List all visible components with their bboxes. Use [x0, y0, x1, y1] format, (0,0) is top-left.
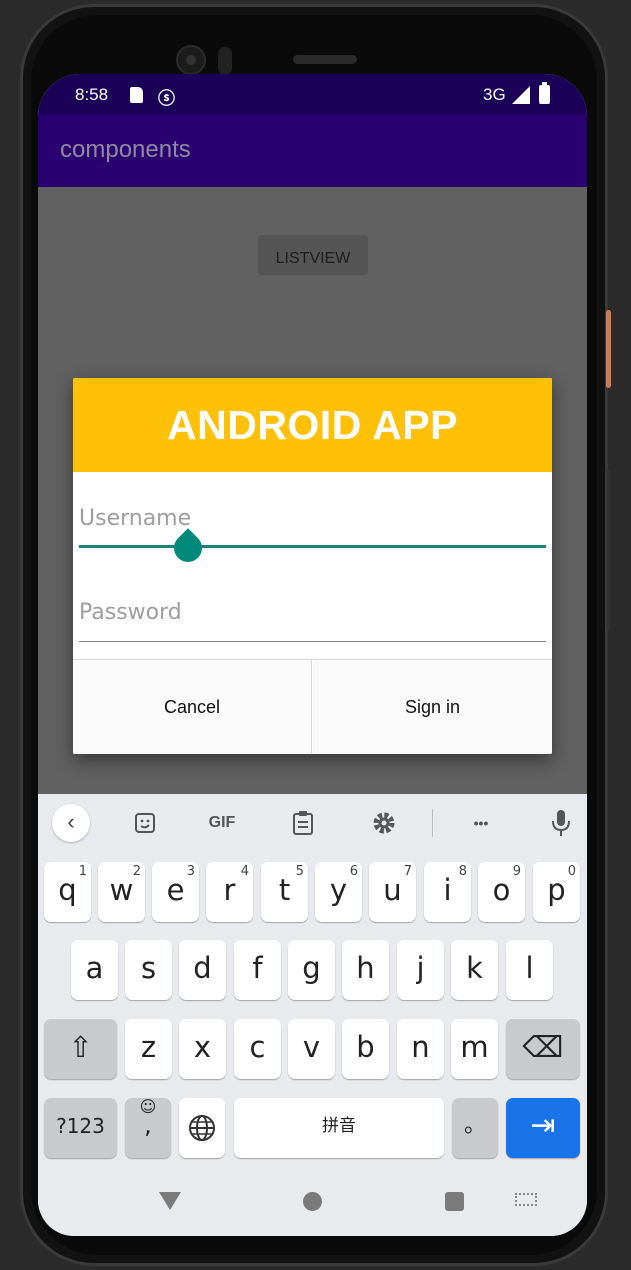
status-bar: 8:58 ⓢ 3G	[38, 74, 587, 114]
comma-label: ,	[144, 1111, 152, 1139]
key-e[interactable]: e3	[152, 862, 199, 922]
battery-icon	[539, 82, 550, 104]
key-hint: 6	[349, 864, 358, 879]
earpiece-speaker	[293, 55, 357, 64]
app-bar: components	[38, 114, 587, 187]
keyboard-toolbar: ‹ GIF •••	[38, 794, 587, 852]
device-screen: 8:58 ⓢ 3G components LISTVIEW ANDROID AP…	[38, 74, 587, 1236]
key-v[interactable]: v	[288, 1019, 335, 1079]
volume-rocker[interactable]	[607, 470, 610, 630]
key-u[interactable]: u7	[369, 862, 416, 922]
shift-key[interactable]: ⇧	[44, 1019, 117, 1079]
key-i[interactable]: i8	[424, 862, 471, 922]
dialog-header: ANDROID APP	[73, 378, 552, 472]
power-button[interactable]	[606, 310, 611, 388]
front-camera	[176, 45, 206, 75]
key-label: u	[383, 873, 402, 907]
key-f[interactable]: f	[234, 940, 281, 1000]
network-type: 3G	[483, 85, 506, 104]
key-g[interactable]: g	[288, 940, 335, 1000]
key-c[interactable]: c	[234, 1019, 281, 1079]
key-hint: 1	[78, 864, 87, 879]
key-hint: 3	[186, 864, 195, 879]
app-title: components	[60, 136, 191, 163]
period-key[interactable]: 。	[452, 1098, 498, 1158]
emoji-comma-key[interactable]: ☺ ,	[125, 1097, 171, 1158]
status-time: 8:58	[75, 85, 109, 104]
key-o[interactable]: o9	[478, 862, 525, 922]
key-p[interactable]: p0	[533, 862, 580, 922]
backspace-key[interactable]: ⌫	[506, 1019, 580, 1079]
key-l[interactable]: l	[506, 940, 553, 1000]
front-sensor	[218, 47, 232, 75]
space-key[interactable]: 拼音	[234, 1098, 444, 1158]
password-placeholder: Password	[79, 600, 182, 625]
key-hint: 7	[403, 864, 412, 879]
key-label: w	[109, 873, 134, 907]
symbols-key[interactable]: ?123	[44, 1098, 117, 1158]
key-label: t	[278, 873, 291, 907]
username-field[interactable]: Username	[79, 502, 546, 548]
notification-s-icon: ⓢ	[158, 89, 175, 108]
chevron-left-icon[interactable]: ‹	[52, 804, 90, 842]
sd-card-icon	[130, 87, 143, 103]
key-hint: 4	[240, 864, 249, 879]
signal-icon	[512, 86, 530, 104]
more-icon[interactable]: •••	[461, 806, 501, 840]
key-label: r	[223, 873, 236, 907]
key-h[interactable]: h	[342, 940, 389, 1000]
login-dialog: ANDROID APP Username Password Cancel Sig…	[73, 378, 552, 754]
key-k[interactable]: k	[451, 940, 498, 1000]
gif-icon[interactable]: GIF	[202, 806, 242, 840]
key-a[interactable]: a	[71, 940, 118, 1000]
key-q[interactable]: q1	[44, 862, 91, 922]
listview-button[interactable]: LISTVIEW	[258, 235, 368, 275]
cancel-button[interactable]: Cancel	[73, 660, 312, 754]
key-label: o	[492, 873, 511, 907]
key-label: y	[329, 873, 348, 907]
toolbar-separator	[432, 809, 433, 837]
key-n[interactable]: n	[397, 1019, 444, 1079]
recents-icon[interactable]	[445, 1192, 464, 1211]
dialog-title: ANDROID APP	[167, 402, 458, 448]
key-label: e	[166, 873, 185, 907]
key-label: q	[58, 873, 77, 907]
key-s[interactable]: s	[125, 940, 172, 1000]
keyboard-switch-icon[interactable]	[515, 1193, 537, 1206]
main-content-scrim: LISTVIEW ANDROID APP Username Password C…	[38, 187, 587, 794]
clipboard-icon[interactable]	[283, 806, 323, 840]
soft-keyboard: ‹ GIF ••• q1 w2 e3 r4 t5 y6 u7 i8 o9 p 0…	[38, 794, 587, 1236]
key-x[interactable]: x	[179, 1019, 226, 1079]
key-hint: 5	[295, 864, 304, 879]
gear-icon[interactable]	[364, 806, 404, 840]
key-hint: 0	[567, 864, 576, 879]
key-d[interactable]: d	[179, 940, 226, 1000]
password-field[interactable]: Password	[79, 596, 546, 642]
globe-icon[interactable]	[179, 1098, 225, 1158]
key-r[interactable]: r4	[206, 862, 253, 922]
key-m[interactable]: m	[451, 1019, 498, 1079]
key-label: p	[547, 873, 566, 907]
back-icon[interactable]	[159, 1192, 181, 1210]
sticker-icon[interactable]	[125, 806, 165, 840]
key-z[interactable]: z	[125, 1019, 172, 1079]
navigation-bar	[38, 1168, 587, 1236]
key-t[interactable]: t5	[261, 862, 308, 922]
key-hint: 9	[512, 864, 521, 879]
username-placeholder: Username	[79, 506, 192, 531]
sign-in-button[interactable]: Sign in	[313, 660, 552, 754]
home-icon[interactable]	[303, 1192, 322, 1211]
key-label: i	[443, 873, 452, 907]
key-hint: 8	[458, 864, 467, 879]
key-j[interactable]: j	[397, 940, 444, 1000]
microphone-icon[interactable]	[541, 806, 581, 840]
key-b[interactable]: b	[342, 1019, 389, 1079]
enter-key[interactable]: ⇥	[506, 1098, 580, 1158]
key-hint: 2	[132, 864, 141, 879]
key-w[interactable]: w2	[98, 862, 145, 922]
key-y[interactable]: y6	[315, 862, 362, 922]
